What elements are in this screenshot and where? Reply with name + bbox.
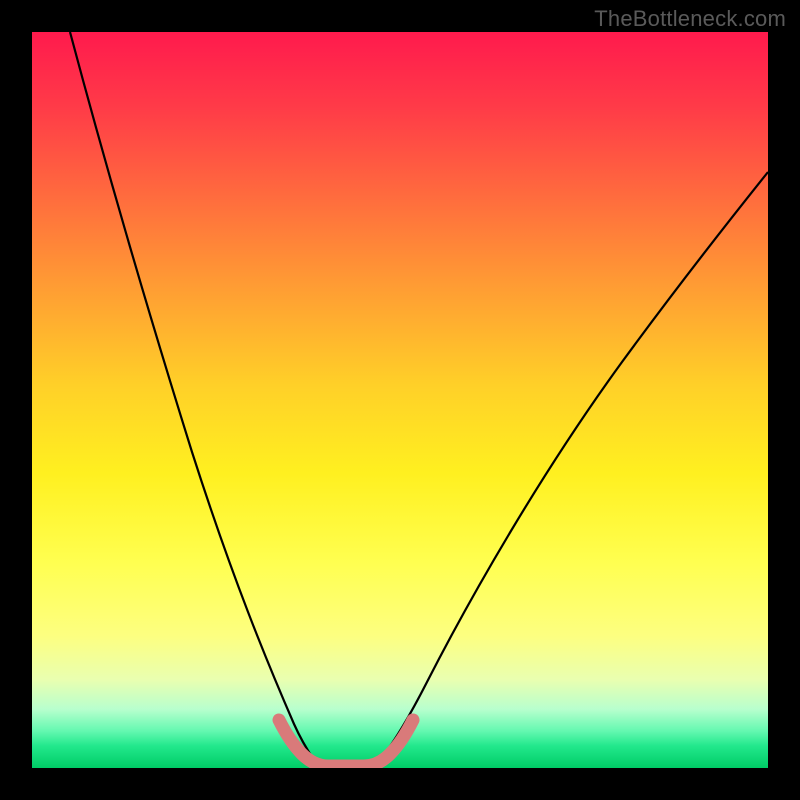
curve-left: [70, 32, 314, 760]
optimal-highlight: [279, 720, 413, 766]
curve-layer: [32, 32, 768, 768]
plot-area: [32, 32, 768, 768]
chart-frame: TheBottleneck.com: [0, 0, 800, 800]
curve-right: [380, 172, 768, 760]
watermark-text: TheBottleneck.com: [594, 6, 786, 32]
